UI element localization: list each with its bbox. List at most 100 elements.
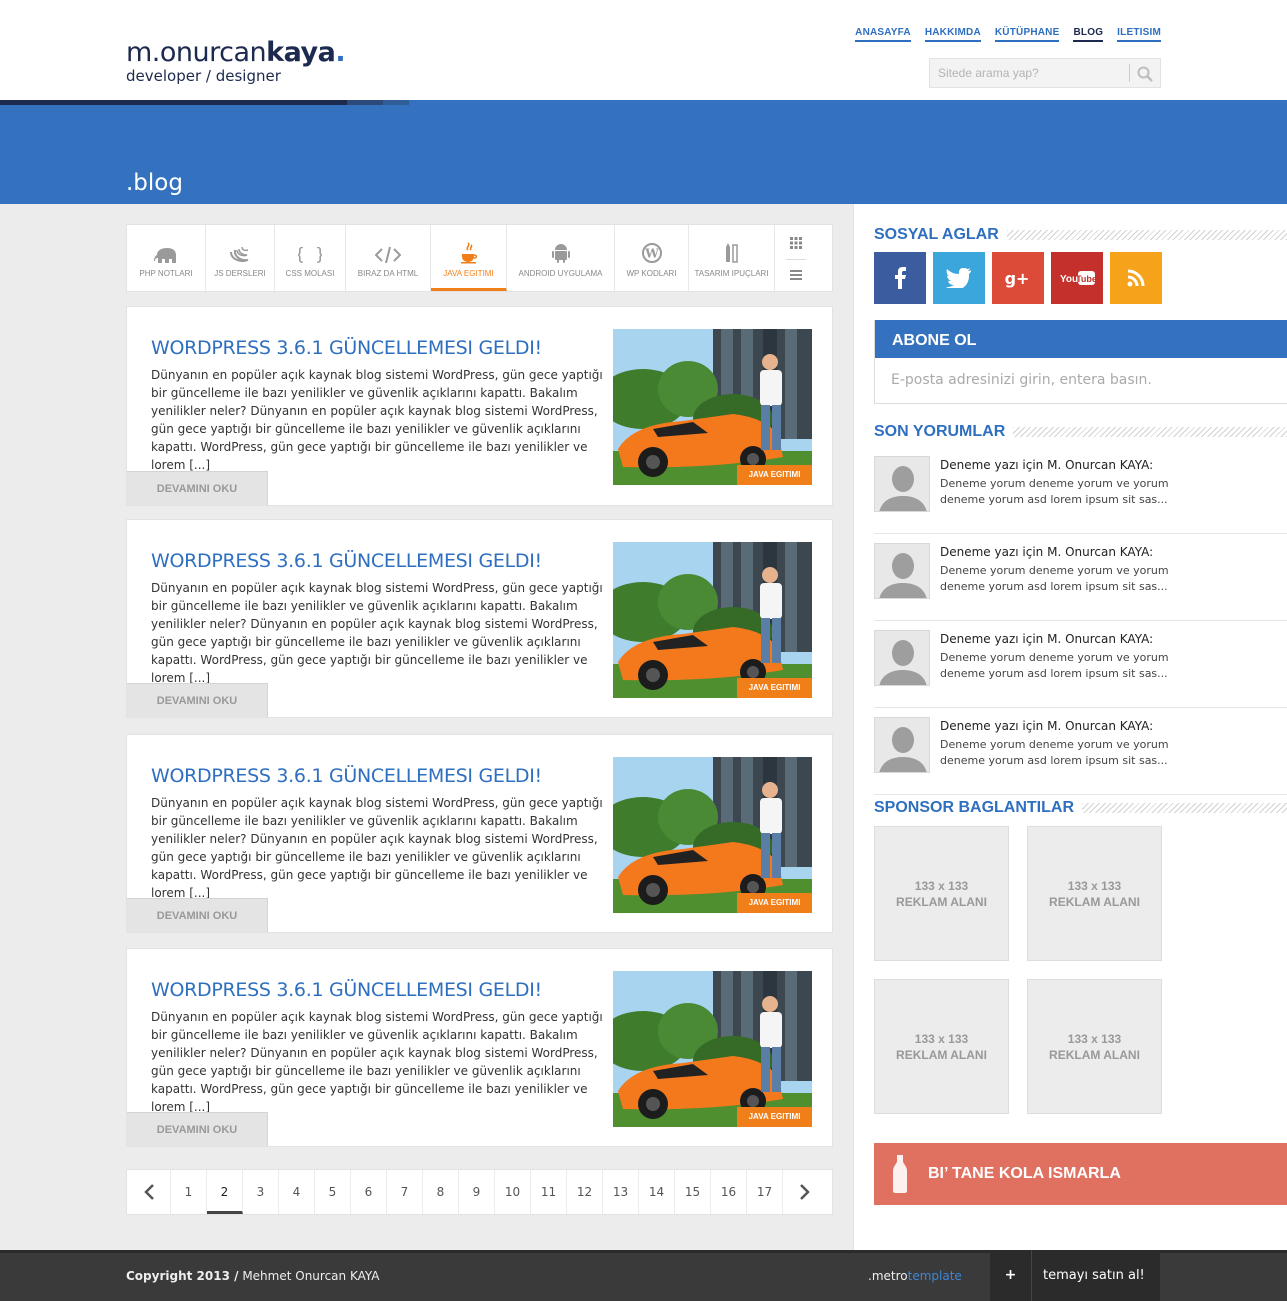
read-more-button[interactable]: DEVAMINI OKU (127, 898, 268, 932)
youtube-button[interactable]: You Tube (1051, 252, 1103, 304)
post-category-badge[interactable]: JAVA EGITIMI (737, 465, 812, 485)
next-page-button[interactable] (783, 1170, 827, 1214)
page-number[interactable]: 15 (675, 1170, 711, 1214)
ad-slot[interactable]: 133 x 133 REKLAM ALANI (874, 826, 1009, 961)
page-number[interactable]: 8 (423, 1170, 459, 1214)
ad-size: 133 x 133 (914, 878, 969, 893)
category-tab-3[interactable]: BIRAZ DA HTML (346, 225, 431, 291)
logo-tagline: developer / designer (126, 67, 281, 85)
google-plus-button[interactable]: g+ (992, 252, 1044, 304)
read-more-button[interactable]: DEVAMINI OKU (127, 1112, 268, 1146)
post-title[interactable]: WORDPRESS 3.6.1 GÜNCELLEMESI GELDI! (151, 979, 542, 1001)
post-title[interactable]: WORDPRESS 3.6.1 GÜNCELLEMESI GELDI! (151, 765, 542, 787)
ad-size: 133 x 133 (1067, 1031, 1122, 1046)
page-number[interactable]: 12 (567, 1170, 603, 1214)
category-tab-1[interactable]: JS DERSLERI (206, 225, 275, 291)
comment-title: Deneme yazı için M. Onurcan KAYA: (940, 545, 1154, 559)
page-number[interactable]: 14 (639, 1170, 675, 1214)
post-category-badge[interactable]: JAVA EGITIMI (737, 893, 812, 913)
comment-body: Deneme yorum deneme yorum ve yorum denem… (940, 477, 1169, 506)
nav-link-iletisim[interactable]: ILETISIM (1117, 27, 1161, 42)
read-more-button[interactable]: DEVAMINI OKU (127, 683, 268, 717)
post-thumbnail[interactable]: JAVA EGITIMI (613, 542, 812, 698)
post-excerpt: Dünyanın en popüler açık kaynak blog sis… (151, 1010, 603, 1114)
ad-size: 133 x 133 (1067, 878, 1122, 893)
ad-slot[interactable]: 133 x 133 REKLAM ALANI (1027, 979, 1162, 1114)
post-thumbnail[interactable]: JAVA EGITIMI (613, 329, 812, 485)
page-number[interactable]: 16 (711, 1170, 747, 1214)
header-accent-bar-2 (347, 100, 383, 105)
category-label: JS DERSLERI (214, 269, 266, 278)
ad-slot[interactable]: 133 x 133 REKLAM ALANI (1027, 826, 1162, 961)
twitter-icon (946, 268, 972, 288)
rss-button[interactable] (1110, 252, 1162, 304)
grid-view-icon[interactable] (790, 236, 802, 249)
ad-slot[interactable]: 133 x 133 REKLAM ALANI (874, 979, 1009, 1114)
page-number[interactable]: 6 (351, 1170, 387, 1214)
comment-item[interactable]: Deneme yazı için M. Onurcan KAYA: Deneme … (874, 630, 1287, 708)
page-number[interactable]: 2 (207, 1170, 243, 1214)
category-tab-2[interactable]: { } CSS MOLASI (275, 225, 346, 291)
email-field[interactable] (875, 358, 1285, 402)
post-category-badge[interactable]: JAVA EGITIMI (737, 678, 812, 698)
post-photo (613, 757, 812, 913)
post-card: WORDPRESS 3.6.1 GÜNCELLEMESI GELDI! Dünya… (126, 306, 833, 506)
buy-theme-label: temayı satın al! (1043, 1268, 1145, 1283)
post-title[interactable]: WORDPRESS 3.6.1 GÜNCELLEMESI GELDI! (151, 337, 542, 359)
page-banner: .blog (0, 100, 1287, 204)
page-number[interactable]: 5 (315, 1170, 351, 1214)
wordpress-icon: W (641, 243, 663, 269)
facebook-button[interactable] (874, 252, 926, 304)
avatar (874, 456, 930, 512)
category-label: BIRAZ DA HTML (357, 269, 419, 278)
read-more-button[interactable]: DEVAMINI OKU (127, 471, 268, 505)
svg-text:{ }: { } (298, 245, 322, 264)
category-tab-0[interactable]: PHP NOTLARI (127, 225, 206, 291)
category-tab-6[interactable]: W WP KODLARI (615, 225, 689, 291)
comment-body: Deneme yorum deneme yorum ve yorum denem… (940, 564, 1169, 593)
list-view-icon[interactable] (790, 269, 802, 280)
buy-cola-label: BI’ TANE KOLA ISMARLA (928, 1165, 1121, 1182)
comment-item[interactable]: Deneme yazı için M. Onurcan KAYA: Deneme … (874, 456, 1287, 534)
metro-template-link[interactable]: .metrotemplate (868, 1269, 962, 1283)
page-number[interactable]: 13 (603, 1170, 639, 1214)
site-logo[interactable]: m.onurcankaya. developer / designer (126, 38, 346, 85)
category-tab-7[interactable]: TASARIM IPUÇLARI (689, 225, 775, 291)
post-excerpt: Dünyanın en popüler açık kaynak blog sis… (151, 796, 603, 900)
twitter-button[interactable] (933, 252, 985, 304)
nav-link-blog[interactable]: BLOG (1073, 27, 1104, 42)
nav-link-anasayfa[interactable]: ANASAYFA (855, 27, 911, 42)
category-label: PHP NOTLARI (139, 269, 193, 278)
buy-cola-button[interactable]: BI’ TANE KOLA ISMARLA (874, 1143, 1287, 1205)
nav-link-hakkimda[interactable]: HAKKIMDA (924, 27, 981, 42)
category-tab-5[interactable]: ANDROID UYGULAMA (507, 225, 615, 291)
category-bar: PHP NOTLARI JS DERSLERI { } CSS MOLASI BIRAZ… (126, 224, 833, 292)
post-title[interactable]: WORDPRESS 3.6.1 GÜNCELLEMESI GELDI! (151, 550, 542, 572)
page-number[interactable]: 7 (387, 1170, 423, 1214)
post-thumbnail[interactable]: JAVA EGITIMI (613, 971, 812, 1127)
divider (786, 258, 806, 260)
ad-label: REKLAM ALANI (1049, 1047, 1140, 1062)
category-tab-4[interactable]: JAVA EGITIMI (431, 225, 507, 291)
post-category-badge[interactable]: JAVA EGITIMI (737, 1107, 812, 1127)
nav-link-kütüphane[interactable]: KÜTÜPHANE (994, 27, 1060, 42)
prev-page-button[interactable] (127, 1170, 171, 1214)
page-number[interactable]: 9 (459, 1170, 495, 1214)
post-card: WORDPRESS 3.6.1 GÜNCELLEMESI GELDI! Dünya… (126, 519, 833, 718)
category-label: JAVA EGITIMI (443, 269, 494, 278)
page-number[interactable]: 10 (495, 1170, 531, 1214)
page-number[interactable]: 11 (531, 1170, 567, 1214)
page-number[interactable]: 1 (171, 1170, 207, 1214)
search-input[interactable] (930, 59, 1120, 87)
category-label: CSS MOLASI (285, 269, 335, 278)
search-icon[interactable] (1136, 65, 1154, 83)
page-number[interactable]: 17 (747, 1170, 783, 1214)
search-divider (1129, 64, 1130, 82)
page-number[interactable]: 3 (243, 1170, 279, 1214)
curly-braces-icon: { } (298, 245, 322, 269)
page-number[interactable]: 4 (279, 1170, 315, 1214)
post-thumbnail[interactable]: JAVA EGITIMI (613, 757, 812, 913)
buy-theme-button[interactable]: + temayı satın al! (990, 1250, 1160, 1301)
comment-item[interactable]: Deneme yazı için M. Onurcan KAYA: Deneme … (874, 543, 1287, 621)
comment-item[interactable]: Deneme yazı için M. Onurcan KAYA: Deneme … (874, 717, 1287, 795)
